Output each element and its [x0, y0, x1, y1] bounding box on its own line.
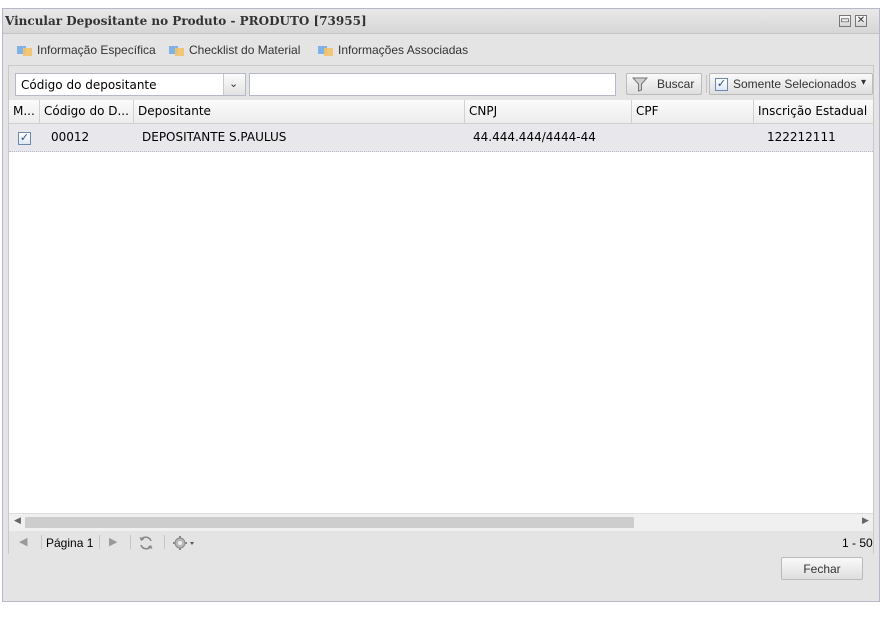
- grid-panel: Código do depositante ⌄ Buscar ✓ Somente…: [8, 65, 874, 554]
- tab-label: Informação Específica: [37, 43, 156, 57]
- close-button[interactable]: Fechar: [781, 557, 863, 580]
- gear-icon[interactable]: [172, 535, 196, 551]
- pager-separator: [164, 535, 165, 549]
- restore-icon[interactable]: ▭: [839, 15, 851, 27]
- previous-page-icon[interactable]: ◀: [19, 535, 27, 548]
- tab-bar: Informação Específica Checklist do Mater…: [3, 34, 879, 62]
- column-header-depositante[interactable]: Depositante: [134, 100, 465, 123]
- paging-toolbar: ◀ Página 1 ▶ 1 - 50: [9, 531, 873, 554]
- grid-toolbar: Código do depositante ⌄ Buscar ✓ Somente…: [9, 66, 873, 100]
- checkbox-checked-icon: ✓: [715, 78, 728, 91]
- cell-inscricao-estadual: 122212111: [767, 130, 836, 144]
- only-selected-button[interactable]: ✓ Somente Selecionados ▾: [709, 73, 873, 95]
- search-button-label: Buscar: [657, 77, 695, 91]
- next-page-icon[interactable]: ▶: [109, 535, 117, 548]
- paging-range: 1 - 50: [842, 536, 873, 550]
- filter-field-value: Código do depositante: [21, 78, 157, 92]
- dialog-window: Vincular Depositante no Produto - PRODUT…: [2, 8, 880, 602]
- refresh-icon[interactable]: [138, 535, 154, 551]
- tab-label: Informações Associadas: [338, 43, 469, 57]
- caret-down-icon: ▾: [861, 77, 867, 88]
- column-header-inscricao-estadual[interactable]: Inscrição Estadual: [754, 100, 873, 123]
- form-icon: [169, 44, 185, 56]
- form-icon: [318, 44, 334, 56]
- title-bar[interactable]: Vincular Depositante no Produto - PRODUT…: [3, 9, 879, 34]
- toolbar-separator: [706, 75, 707, 93]
- scroll-left-icon[interactable]: ◀: [14, 516, 21, 526]
- tab-label: Checklist do Material: [189, 43, 301, 57]
- column-header-cnpj[interactable]: CNPJ: [465, 100, 632, 123]
- search-input[interactable]: [249, 73, 616, 96]
- column-header-marcar[interactable]: M...: [9, 100, 40, 123]
- tab-informacao-especifica[interactable]: Informação Específica: [17, 42, 156, 58]
- tab-informacoes-associadas[interactable]: Informações Associadas: [318, 42, 468, 58]
- window-title: Vincular Depositante no Produto - PRODUT…: [5, 14, 367, 28]
- filter-icon: [632, 77, 648, 92]
- cell-codigo: 00012: [51, 130, 90, 144]
- scrollbar-thumb[interactable]: [25, 517, 634, 528]
- search-button[interactable]: Buscar: [626, 73, 702, 95]
- cell-cnpj: 44.444.444/4444-44: [473, 130, 596, 144]
- pager-separator: [130, 535, 131, 549]
- pager-separator: [41, 535, 42, 549]
- grid-header: M... Código do D... Depositante CNPJ CPF…: [9, 100, 873, 124]
- dropdown-trigger[interactable]: ⌄: [223, 74, 245, 95]
- only-selected-label: Somente Selecionados: [733, 77, 857, 91]
- pager-separator: [99, 535, 100, 549]
- column-header-cpf[interactable]: CPF: [632, 100, 754, 123]
- scroll-right-icon[interactable]: ▶: [862, 516, 869, 526]
- filter-field-select[interactable]: Código do depositante ⌄: [15, 73, 246, 96]
- form-icon: [17, 44, 33, 56]
- table-row[interactable]: ✓ 00012 DEPOSITANTE S.PAULUS 44.444.444/…: [9, 124, 873, 152]
- close-button-label: Fechar: [803, 562, 841, 576]
- chevron-down-icon: ⌄: [229, 77, 239, 90]
- page-label: Página 1: [46, 536, 94, 550]
- column-header-codigo[interactable]: Código do D...: [40, 100, 134, 123]
- row-checkbox[interactable]: ✓: [18, 132, 31, 145]
- cell-depositante: DEPOSITANTE S.PAULUS: [142, 130, 287, 144]
- close-icon[interactable]: ✕: [855, 15, 867, 27]
- horizontal-scrollbar[interactable]: ◀ ▶: [9, 513, 873, 531]
- tab-checklist-material[interactable]: Checklist do Material: [169, 42, 300, 58]
